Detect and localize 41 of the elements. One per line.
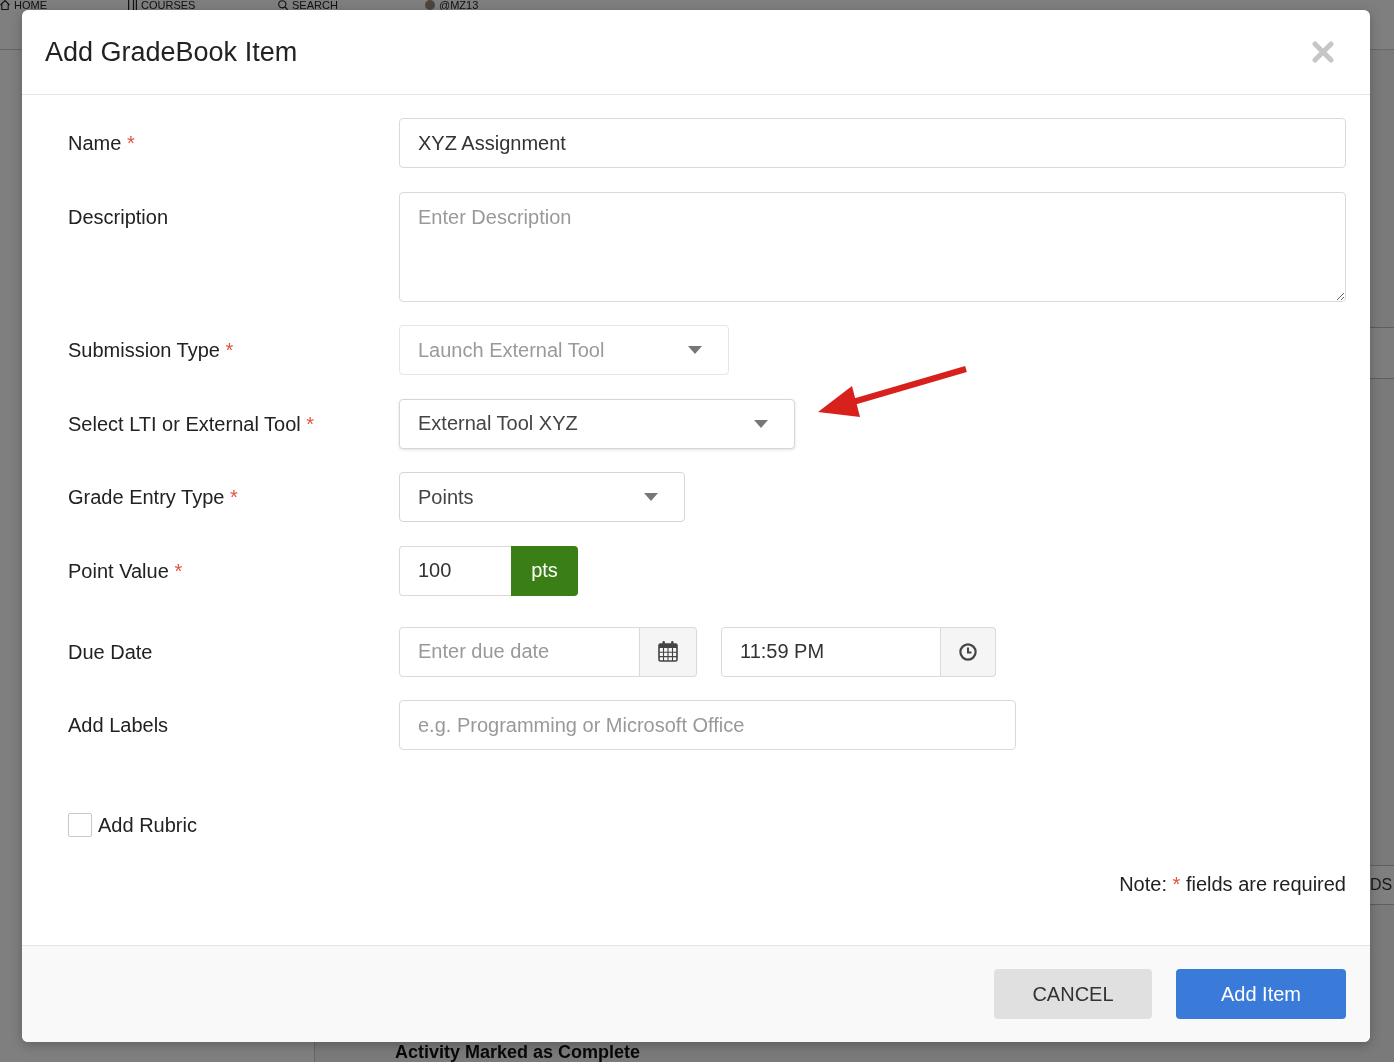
calendar-button[interactable] bbox=[640, 626, 697, 677]
bars-icon bbox=[128, 0, 137, 10]
section-heading: Activity Marked as Complete bbox=[395, 1043, 642, 1062]
cancel-button[interactable]: CANCEL bbox=[994, 969, 1152, 1019]
field-label: Grade Entry Type * bbox=[68, 485, 239, 510]
nav-link[interactable]: SEARCH bbox=[292, 0, 338, 10]
caret-icon bbox=[644, 493, 658, 501]
caret-icon bbox=[688, 346, 702, 354]
search-icon bbox=[278, 0, 288, 10]
time-field[interactable]: 11:59 PM bbox=[721, 626, 941, 677]
avatar-placeholder bbox=[425, 0, 435, 10]
unit-label: pts bbox=[511, 545, 578, 596]
dropdown[interactable]: Points bbox=[399, 472, 685, 522]
checkbox-label[interactable]: Add Rubric bbox=[98, 813, 197, 837]
text-field[interactable]: e.g. Programming or Microsoft Office bbox=[399, 700, 1016, 750]
page-button[interactable]: DS bbox=[1370, 865, 1394, 905]
checkbox[interactable] bbox=[68, 813, 92, 837]
text-field[interactable]: XYZ Assignment bbox=[399, 118, 1346, 168]
textarea-field[interactable]: Enter Description bbox=[399, 191, 1346, 302]
add-button[interactable]: Add Item bbox=[1176, 969, 1346, 1019]
nav-link[interactable]: COURSES bbox=[141, 0, 196, 10]
field-label: Name * bbox=[68, 131, 136, 156]
calendar-icon bbox=[658, 641, 678, 662]
field-label: Due Date bbox=[68, 639, 154, 665]
house-icon bbox=[0, 0, 10, 10]
close-icon bbox=[1312, 41, 1334, 63]
field-label: Add Labels bbox=[68, 713, 170, 738]
nav-link[interactable]: @MZ13 bbox=[439, 0, 479, 10]
nav-link[interactable]: HOME bbox=[14, 0, 47, 10]
caret-icon bbox=[754, 419, 768, 428]
clock-icon bbox=[959, 642, 977, 661]
clock-button[interactable] bbox=[941, 626, 996, 677]
field-label: Description bbox=[68, 204, 170, 230]
dropdown[interactable]: External Tool XYZ bbox=[399, 398, 795, 449]
date-field[interactable]: Enter due date bbox=[399, 626, 640, 677]
field-label: Point Value * bbox=[68, 558, 184, 584]
field-label: Select LTI or External Tool * bbox=[68, 411, 316, 437]
required-note: Note: * fields are required bbox=[1119, 873, 1346, 895]
field-label: Submission Type * bbox=[68, 338, 235, 363]
number-field[interactable]: 100 bbox=[399, 545, 511, 596]
dialog-title: Add GradeBook Item bbox=[45, 36, 298, 68]
